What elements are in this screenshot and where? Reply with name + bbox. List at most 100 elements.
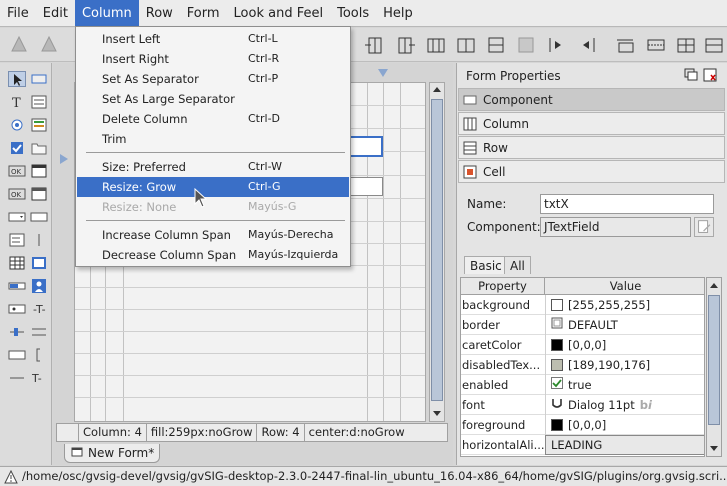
table-row[interactable]: disabledTex... [189,190,176]: [461, 355, 704, 375]
title-separator-icon[interactable]: T-: [30, 370, 48, 386]
table-row[interactable]: caretColor [0,0,0]: [461, 335, 704, 355]
scroll-down-icon[interactable]: [431, 407, 443, 419]
section-component[interactable]: Component: [458, 88, 725, 111]
radio-button-icon[interactable]: [8, 117, 26, 133]
table-row[interactable]: border DEFAULT: [461, 315, 704, 335]
menu-item-set-as-large-separator[interactable]: Set As Large Separator: [77, 89, 349, 109]
tab-all[interactable]: All: [504, 256, 531, 274]
column-separator-icon[interactable]: [455, 34, 477, 56]
checkbox-icon[interactable]: [8, 140, 26, 156]
section-cell[interactable]: Cell: [458, 160, 725, 183]
tab-basic[interactable]: Basic: [464, 256, 508, 274]
checkbox-icon[interactable]: [551, 375, 563, 395]
menu-help[interactable]: Help: [376, 0, 420, 27]
ok-button-alt-icon[interactable]: OK: [8, 186, 26, 202]
scroll-pane-icon[interactable]: [8, 232, 26, 248]
menu-item-insert-left[interactable]: Insert Left Ctrl-L: [77, 29, 349, 49]
table-row[interactable]: background [255,255,255]: [461, 295, 704, 315]
row-separator-icon[interactable]: [645, 34, 667, 56]
table-row[interactable]: font Dialog 11pt bi: [461, 395, 704, 415]
progress-bar-icon[interactable]: [8, 278, 26, 294]
menu-item-increase-column-span[interactable]: Increase Column Span Mayús-Derecha: [77, 225, 349, 245]
form-tab-label: New Form*: [88, 446, 155, 460]
panel-icon[interactable]: [30, 163, 48, 179]
menu-item-set-as-separator[interactable]: Set As Separator Ctrl-P: [77, 69, 349, 89]
insert-row-icon[interactable]: [485, 34, 507, 56]
combo-box-icon[interactable]: [8, 209, 26, 225]
table-row[interactable]: enabled true: [461, 375, 704, 395]
column-marker-icon: [377, 67, 389, 79]
menu-item-delete-column[interactable]: Delete Column Ctrl-D: [77, 109, 349, 129]
name-field[interactable]: txtX: [540, 194, 714, 214]
align-up-alt-icon[interactable]: [38, 34, 60, 56]
scroll-down-icon[interactable]: [708, 442, 720, 454]
table-icon[interactable]: [8, 255, 26, 271]
row-icon: [463, 141, 477, 155]
section-column[interactable]: Column: [458, 112, 725, 135]
separator-icon[interactable]: [30, 232, 48, 248]
scroll-up-icon[interactable]: [431, 84, 443, 96]
menu-tools[interactable]: Tools: [330, 0, 376, 27]
tabbed-pane-icon[interactable]: [30, 324, 48, 340]
section-row-label: Row: [483, 140, 508, 155]
tree-icon[interactable]: [8, 370, 26, 386]
button-icon[interactable]: [30, 71, 48, 87]
insert-row-above-icon[interactable]: [614, 34, 636, 56]
pointer-icon[interactable]: [8, 71, 26, 87]
label-icon[interactable]: T: [8, 94, 26, 111]
row-grid-icon[interactable]: [675, 34, 697, 56]
prop-value: DEFAULT: [568, 318, 618, 332]
row-disabled-icon[interactable]: [515, 34, 537, 56]
header-value: Value: [609, 279, 642, 293]
ok-button-icon[interactable]: OK: [8, 163, 26, 179]
column-grid-icon[interactable]: [425, 34, 447, 56]
name-label: Name:: [467, 197, 507, 211]
menu-look-and-feel[interactable]: Look and Feel: [227, 0, 331, 27]
color-swatch: [551, 299, 563, 311]
move-column-left-icon[interactable]: [577, 34, 599, 56]
scroll-up-icon[interactable]: [708, 280, 720, 292]
align-up-icon[interactable]: [8, 34, 30, 56]
insert-column-left-icon[interactable]: [363, 34, 385, 56]
menu-item-trim[interactable]: Trim: [77, 129, 349, 149]
folder-icon[interactable]: [30, 140, 48, 156]
edit-component-button[interactable]: [694, 217, 714, 237]
menu-item-decrease-column-span[interactable]: Decrease Column Span Mayús-Izquierda: [77, 245, 349, 265]
prop-value: [255,255,255]: [568, 298, 651, 312]
table-row[interactable]: foreground [0,0,0]: [461, 415, 704, 435]
restore-panel-icon[interactable]: [684, 68, 698, 82]
text-area-icon[interactable]: [30, 94, 48, 110]
column-icon: [463, 117, 477, 131]
close-panel-icon[interactable]: [703, 68, 717, 82]
menu-file[interactable]: File: [0, 0, 36, 27]
bracket-icon[interactable]: [30, 347, 48, 363]
menu-row[interactable]: Row: [139, 0, 180, 27]
designer-vertical-scrollbar[interactable]: [429, 82, 445, 422]
frame-icon[interactable]: [30, 255, 48, 271]
row-grid-alt-icon[interactable]: [703, 34, 725, 56]
image-icon[interactable]: [30, 278, 48, 294]
form-tab[interactable]: New Form*: [64, 444, 160, 463]
list-icon[interactable]: [30, 117, 48, 133]
section-row[interactable]: Row: [458, 136, 725, 159]
table-row[interactable]: horizontalAli... LEADING: [461, 435, 704, 455]
property-table-scrollbar[interactable]: [706, 277, 722, 457]
menu-item-size-preferred[interactable]: Size: Preferred Ctrl-W: [77, 157, 349, 177]
warning-icon: [4, 469, 18, 484]
prop-name: font: [462, 398, 485, 412]
scroll-thumb[interactable]: [431, 99, 443, 401]
menu-item-insert-right[interactable]: Insert Right Ctrl-R: [77, 49, 349, 69]
scroll-thumb[interactable]: [708, 295, 720, 425]
title-label-icon[interactable]: -T-: [30, 301, 48, 317]
insert-column-right-icon[interactable]: [395, 34, 417, 56]
spinner-icon[interactable]: [8, 301, 26, 317]
menu-column[interactable]: Column: [74, 0, 139, 27]
move-column-right-icon[interactable]: [545, 34, 567, 56]
menu-item-resize-grow[interactable]: Resize: Grow Ctrl-G: [77, 177, 349, 197]
menu-edit[interactable]: Edit: [36, 0, 75, 27]
text-field-icon[interactable]: [30, 209, 48, 225]
window-icon[interactable]: [30, 186, 48, 202]
password-field-icon[interactable]: [8, 347, 26, 363]
menu-form[interactable]: Form: [180, 0, 227, 27]
slider-icon[interactable]: [8, 324, 26, 340]
